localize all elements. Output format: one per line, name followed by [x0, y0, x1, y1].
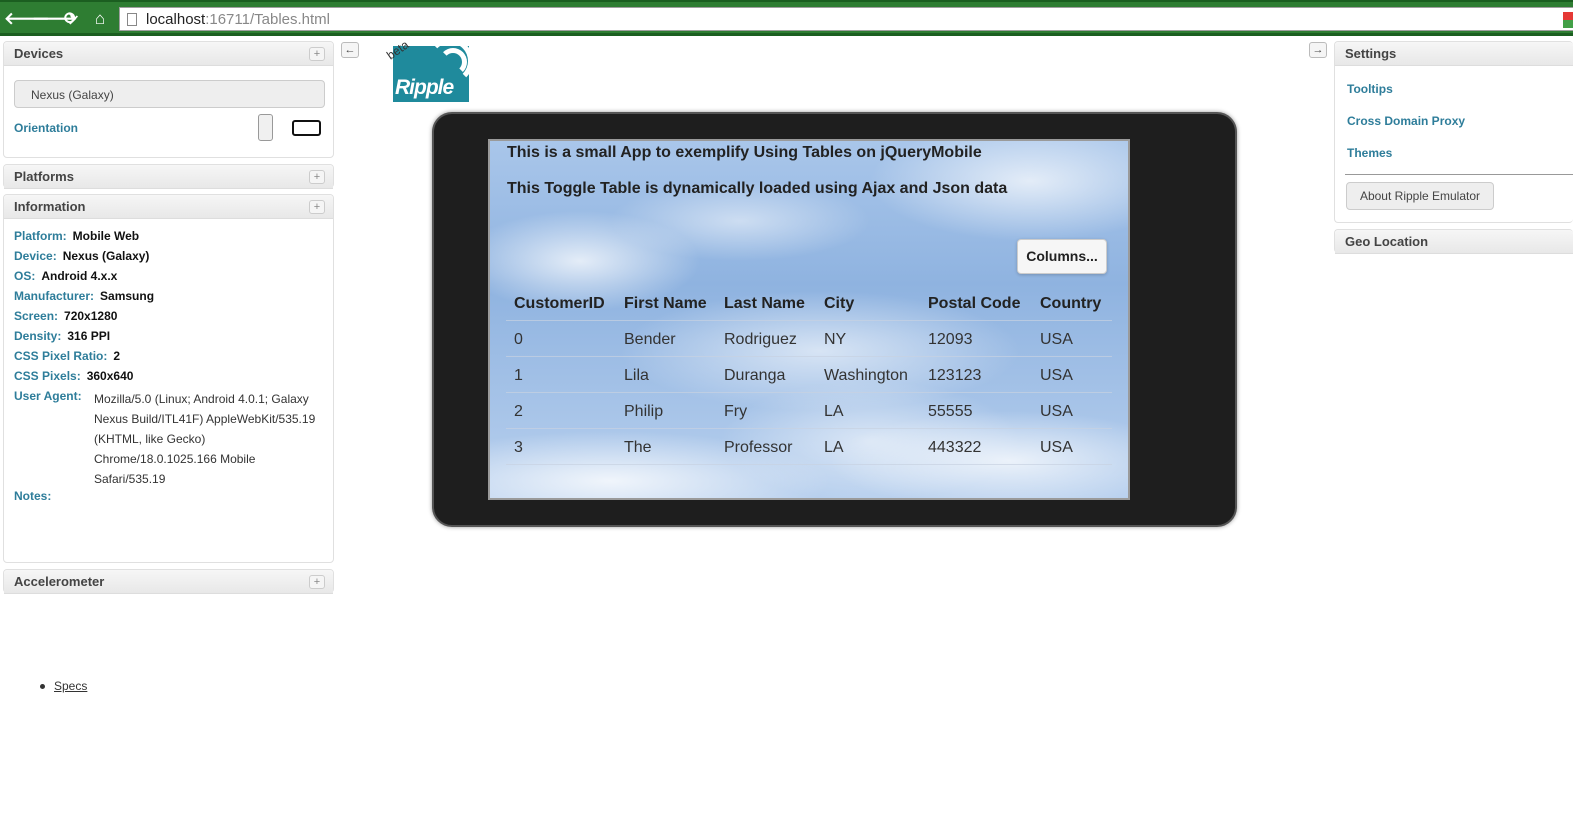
table-cell: 1 [514, 367, 523, 384]
expand-icon[interactable]: + [309, 575, 325, 589]
info-row-manufacturer: Manufacturer: Samsung [14, 289, 155, 303]
info-row-os: OS: Android 4.x.x [14, 269, 118, 283]
geo-location-title: Geo Location [1345, 234, 1429, 249]
table-cell: 55555 [928, 403, 973, 420]
settings-panel-header[interactable]: Settings [1335, 42, 1573, 66]
table-row: 2 Philip Fry LA 55555 USA [506, 393, 1112, 429]
table-cell: 12093 [928, 331, 973, 348]
table-cell: USA [1040, 439, 1073, 456]
table-cell: Rodriguez [724, 331, 797, 348]
platforms-panel-header[interactable]: Platforms + [4, 165, 333, 189]
columns-button[interactable]: Columns... [1017, 239, 1107, 274]
column-header: Last Name [724, 295, 805, 312]
expand-icon[interactable]: + [309, 170, 325, 184]
table-cell: 123123 [928, 367, 982, 384]
table-cell: 443322 [928, 439, 982, 456]
table-cell: Duranga [724, 367, 786, 384]
devices-panel: Devices + Nexus (Galaxy) Orientation [3, 41, 334, 158]
reload-icon[interactable]: ⟳ [61, 9, 81, 29]
portrait-phone-icon[interactable] [258, 114, 273, 141]
orientation-label: Orientation [14, 121, 79, 135]
table-cell: Fry [724, 403, 748, 420]
collapse-right-arrow-icon[interactable]: → [1309, 42, 1327, 58]
table-cell: Philip [624, 403, 664, 420]
table-cell: USA [1040, 367, 1073, 384]
browser-toolbar: 🡐 🡒 ⟳ ⌂ localhost:16711/Tables.html [0, 0, 1573, 36]
devices-panel-header[interactable]: Devices + [4, 42, 333, 66]
settings-divider [1345, 174, 1573, 175]
information-title: Information [14, 199, 86, 214]
tooltips-link[interactable]: Tooltips [1347, 82, 1393, 96]
user-agent-label: User Agent: [14, 389, 82, 403]
information-panel-header[interactable]: Information + [4, 195, 333, 219]
column-header: Country [1040, 295, 1102, 312]
information-panel: Information + Platform: Mobile Web Device… [3, 194, 334, 693]
collapse-left-arrow-icon[interactable]: ← [341, 42, 359, 58]
geo-location-panel[interactable]: Geo Location [1334, 229, 1573, 254]
accelerometer-panel-header[interactable]: Accelerometer + [4, 570, 333, 594]
table-cell: USA [1040, 403, 1073, 420]
info-row-screen: Screen: 720x1280 [14, 309, 118, 323]
url-text: localhost:16711/Tables.html [146, 11, 331, 28]
themes-link[interactable]: Themes [1347, 146, 1392, 160]
table-row: 0 Bender Rodriguez NY 12093 USA [506, 321, 1112, 357]
column-header: City [824, 295, 855, 312]
table-cell: The [624, 439, 652, 456]
info-row-pixel-ratio: CSS Pixel Ratio: 2 [14, 349, 121, 363]
table-cell: 2 [514, 403, 523, 420]
column-header: First Name [624, 295, 707, 312]
column-header: Postal Code [928, 295, 1021, 312]
table-cell: Professor [724, 439, 793, 456]
user-agent-value: Mozilla/5.0 (Linux; Android 4.0.1; Galax… [94, 392, 316, 486]
expand-icon[interactable]: + [309, 47, 325, 61]
expand-icon[interactable]: + [309, 200, 325, 214]
settings-title: Settings [1345, 46, 1397, 61]
table-row: 3 The Professor LA 443322 USA [506, 429, 1112, 465]
cross-domain-proxy-link[interactable]: Cross Domain Proxy [1347, 114, 1465, 128]
device-screen: This is a small App to exemplify Using T… [488, 139, 1130, 500]
table-cell: Bender [624, 331, 676, 348]
geo-location-panel-header[interactable]: Geo Location [1335, 230, 1573, 254]
table-cell: NY [824, 331, 847, 348]
about-ripple-button[interactable]: About Ripple Emulator [1346, 182, 1494, 210]
table-cell: LA [824, 403, 844, 420]
table-header-row: CustomerID First Name Last Name City Pos… [506, 285, 1112, 321]
info-row-css-pixels: CSS Pixels: 360x640 [14, 369, 134, 383]
home-icon[interactable]: ⌂ [90, 9, 110, 29]
address-bar[interactable]: localhost:16711/Tables.html [119, 7, 1573, 31]
ripple-logo: Ripple [393, 46, 469, 102]
specs-link[interactable]: Specs [54, 679, 87, 693]
table-cell: LA [824, 439, 844, 456]
devices-title: Devices [14, 46, 64, 61]
table-row: 1 Lila Duranga Washington 123123 USA [506, 357, 1112, 393]
back-arrow-icon[interactable]: 🡐 [4, 9, 50, 29]
table-cell: USA [1040, 331, 1073, 348]
settings-panel: Settings Tooltips Cross Domain Proxy The… [1334, 41, 1573, 223]
table-cell: Lila [624, 367, 649, 384]
forward-arrow-icon[interactable]: 🡒 [32, 9, 78, 29]
page-icon [127, 13, 137, 26]
column-header: CustomerID [514, 295, 605, 312]
device-select[interactable]: Nexus (Galaxy) [14, 80, 325, 108]
platforms-panel[interactable]: Platforms + [3, 164, 334, 189]
accelerometer-panel[interactable]: Accelerometer + [3, 569, 334, 594]
bullet-icon [40, 684, 45, 689]
notes-label: Notes: [14, 489, 52, 503]
info-row-device: Device: Nexus (Galaxy) [14, 249, 150, 263]
accelerometer-title: Accelerometer [14, 574, 105, 589]
table-cell: 3 [514, 439, 523, 456]
table-cell: 0 [514, 331, 523, 348]
table-cell: Washington [824, 367, 908, 384]
app-heading-1: This is a small App to exemplify Using T… [507, 144, 982, 161]
extension-icon[interactable] [1563, 12, 1573, 28]
info-row-platform: Platform: Mobile Web [14, 229, 140, 243]
landscape-phone-icon[interactable] [292, 120, 321, 136]
app-heading-2: This Toggle Table is dynamically loaded … [507, 180, 1008, 197]
platforms-title: Platforms [14, 169, 74, 184]
info-row-density: Density: 316 PPI [14, 329, 111, 343]
